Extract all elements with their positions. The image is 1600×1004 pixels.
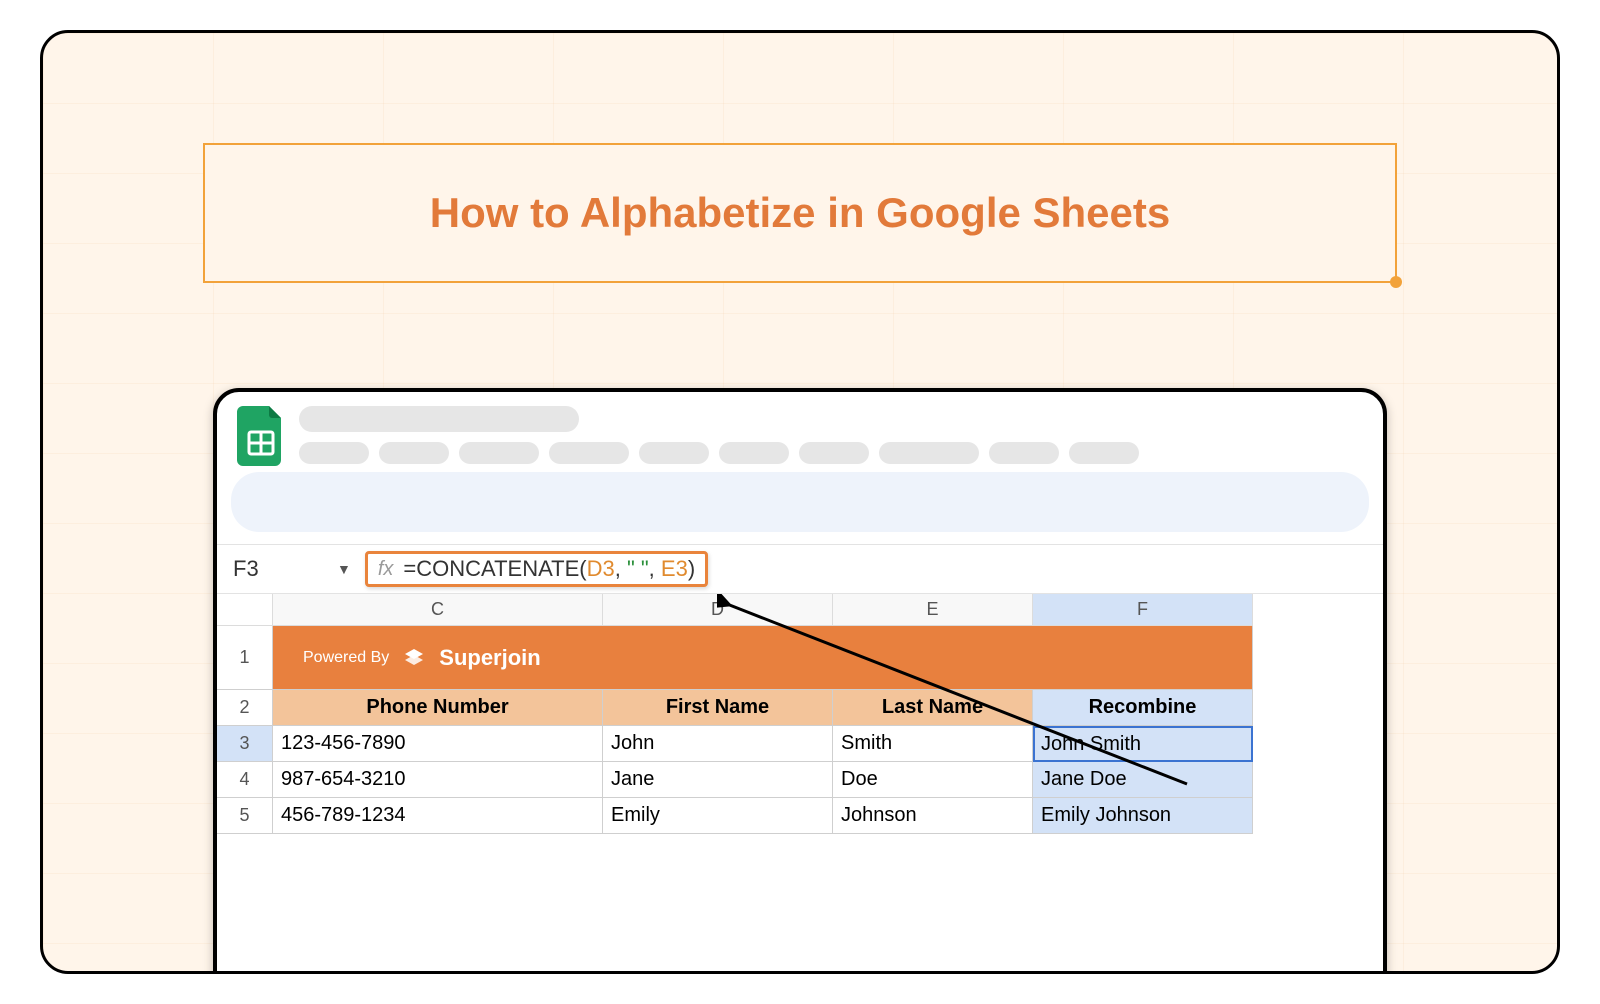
cell[interactable]: 987-654-3210 xyxy=(273,762,603,798)
select-all-corner[interactable] xyxy=(217,594,273,626)
menu-item[interactable] xyxy=(719,442,789,464)
sheet-body: 1 Powered By Superjoin 2 Phone Number Fi… xyxy=(217,626,1383,834)
toolbar-area xyxy=(217,472,1383,544)
table-header-cell[interactable]: Last Name xyxy=(833,690,1033,726)
formula-sep: , xyxy=(615,556,627,581)
formula-string: " " xyxy=(627,556,649,581)
cell[interactable]: Doe xyxy=(833,762,1033,798)
row-number[interactable]: 1 xyxy=(217,626,273,690)
superjoin-logo-icon xyxy=(401,645,427,671)
app-header xyxy=(217,392,1383,472)
table-header-cell[interactable]: First Name xyxy=(603,690,833,726)
google-sheets-window: F3 ▼ fx =CONCATENATE(D3, " ", E3) C D xyxy=(213,388,1387,974)
menu-item[interactable] xyxy=(299,442,369,464)
column-header[interactable]: D xyxy=(603,594,833,626)
cell[interactable]: 123-456-7890 xyxy=(273,726,603,762)
menu-item[interactable] xyxy=(639,442,709,464)
column-headers: C D E F xyxy=(217,594,1383,626)
row-number[interactable]: 4 xyxy=(217,762,273,798)
active-cell[interactable]: John Smith xyxy=(1033,726,1253,762)
doc-title-placeholder[interactable] xyxy=(299,406,579,432)
table-row: 4 987-654-3210 Jane Doe Jane Doe xyxy=(217,762,1383,798)
formula-ref: E3 xyxy=(661,556,688,581)
row-number[interactable]: 3 xyxy=(217,726,273,762)
menu-item[interactable] xyxy=(549,442,629,464)
spreadsheet-grid[interactable]: C D E F 1 Powered By Superjoin xyxy=(217,594,1383,834)
table-row: 1 Powered By Superjoin xyxy=(217,626,1383,690)
formula-ref: D3 xyxy=(587,556,615,581)
cell[interactable]: 456-789-1234 xyxy=(273,798,603,834)
formula-text[interactable]: =CONCATENATE(D3, " ", E3) xyxy=(403,556,695,582)
google-sheets-icon xyxy=(237,406,285,466)
tutorial-title: How to Alphabetize in Google Sheets xyxy=(430,189,1171,237)
cell[interactable]: John xyxy=(603,726,833,762)
cell[interactable]: Jane xyxy=(603,762,833,798)
menu-item[interactable] xyxy=(879,442,979,464)
menu-item[interactable] xyxy=(989,442,1059,464)
formula-highlight-box: fx =CONCATENATE(D3, " ", E3) xyxy=(365,551,708,587)
cell[interactable]: Emily Johnson xyxy=(1033,798,1253,834)
superjoin-brand: Superjoin xyxy=(439,645,540,671)
formula-prefix: =CONCATENATE( xyxy=(403,556,586,581)
formula-suffix: ) xyxy=(688,556,695,581)
menu-item[interactable] xyxy=(799,442,869,464)
name-box[interactable]: F3 xyxy=(227,556,337,582)
menu-bar xyxy=(299,442,1363,464)
table-row: 2 Phone Number First Name Last Name Reco… xyxy=(217,690,1383,726)
menu-item[interactable] xyxy=(1069,442,1139,464)
powered-by-label: Powered By xyxy=(303,649,389,667)
tutorial-card: How to Alphabetize in Google Sheets xyxy=(40,30,1560,974)
table-row: 3 123-456-7890 John Smith John Smith xyxy=(217,726,1383,762)
selection-handle-icon xyxy=(1390,276,1402,288)
toolbar-placeholder[interactable] xyxy=(231,472,1369,532)
column-header[interactable]: F xyxy=(1033,594,1253,626)
name-box-dropdown-icon[interactable]: ▼ xyxy=(337,561,351,577)
table-row: 5 456-789-1234 Emily Johnson Emily Johns… xyxy=(217,798,1383,834)
cell[interactable]: Smith xyxy=(833,726,1033,762)
cell[interactable]: Johnson xyxy=(833,798,1033,834)
tutorial-title-box: How to Alphabetize in Google Sheets xyxy=(203,143,1397,283)
column-header[interactable]: E xyxy=(833,594,1033,626)
superjoin-banner: Powered By Superjoin xyxy=(273,626,1253,690)
table-header-cell[interactable]: Recombine xyxy=(1033,690,1253,726)
cell[interactable]: Emily xyxy=(603,798,833,834)
formula-sep: , xyxy=(649,556,661,581)
table-header-cell[interactable]: Phone Number xyxy=(273,690,603,726)
row-number[interactable]: 5 xyxy=(217,798,273,834)
cell[interactable]: Jane Doe xyxy=(1033,762,1253,798)
row-number[interactable]: 2 xyxy=(217,690,273,726)
menu-item[interactable] xyxy=(379,442,449,464)
column-header[interactable]: C xyxy=(273,594,603,626)
fx-icon: fx xyxy=(378,558,394,581)
menu-item[interactable] xyxy=(459,442,539,464)
formula-bar[interactable]: F3 ▼ fx =CONCATENATE(D3, " ", E3) xyxy=(217,544,1383,594)
